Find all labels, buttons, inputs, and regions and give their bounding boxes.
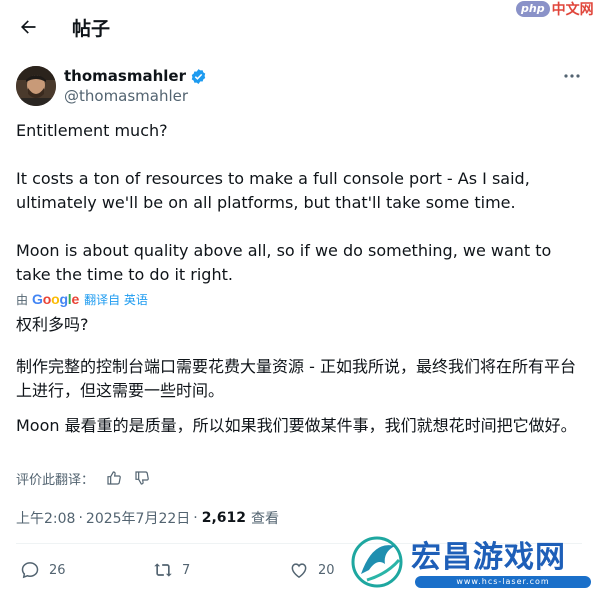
repost-count: 7 [182,562,191,578]
php-watermark: php 中文网 [516,0,598,18]
reply-icon [21,562,39,579]
post-paragraph: Moon is about quality above all, so if w… [16,241,552,284]
top-bar: 帖子 php 中文网 [0,0,598,54]
translation-by-prefix: 由 [16,292,29,307]
views-label: 查看 [251,511,280,527]
author-handle[interactable]: @thomasmahler [64,87,188,105]
site-watermark-title: 宏昌游戏网 [411,540,566,575]
thumbs-up-icon[interactable] [106,470,122,486]
like-icon [291,563,307,578]
reply-count: 26 [49,562,66,578]
post-meta: 上午2:08 · 2025年7月22日 · 2,612 查看 [16,508,279,528]
site-watermark-url: www.hcs-laser.com [415,576,591,588]
author-name[interactable]: thomasmahler [64,67,207,85]
back-button[interactable] [12,11,44,43]
dragon-logo-icon [351,536,403,588]
verified-badge-icon [190,68,207,85]
post-date[interactable]: 2025年7月22日 [86,508,190,528]
repost-button[interactable]: 7 [153,558,190,582]
translation-attribution: 由 Google 翻译自 英语 [16,290,148,308]
views-count: 2,612 [201,510,247,526]
more-button[interactable] [560,66,584,86]
like-count: 20 [318,562,335,578]
meta-separator: · [193,510,198,526]
reply-button[interactable]: 26 [20,558,66,582]
translated-paragraph: 制作完整的控制台端口需要花费大量资源 - 正如我所说，最终我们将在所有平台上进行… [16,357,576,400]
author-name-text: thomasmahler [64,67,186,85]
avatar[interactable] [16,66,56,106]
translated-paragraph: 权利多吗? [16,315,89,334]
repost-icon [154,563,172,577]
translation-source-link[interactable]: 翻译自 英语 [84,291,148,308]
php-watermark-text: 中文网 [551,2,594,18]
like-button[interactable]: 20 [289,558,335,582]
page-title: 帖子 [72,18,111,40]
site-watermark: 宏昌游戏网 www.hcs-laser.com [345,528,598,594]
rate-translation-label: 评价此翻译： [16,472,95,488]
google-logo: Google [32,291,80,307]
back-arrow-icon [21,20,36,34]
thumbs-down-icon[interactable] [134,470,150,486]
post-paragraph: It costs a ton of resources to make a fu… [16,169,530,212]
post-time[interactable]: 上午2:08 [16,508,75,528]
translated-paragraph: Moon 最看重的是质量，所以如果我们要做某件事，我们就想花时间把它做好。 [16,416,577,435]
meta-separator: · [78,510,83,526]
php-watermark-badge: php [516,1,550,17]
post-paragraph: Entitlement much? [16,121,168,140]
rate-translation: 评价此翻译： [16,468,150,488]
more-icon [564,74,580,78]
